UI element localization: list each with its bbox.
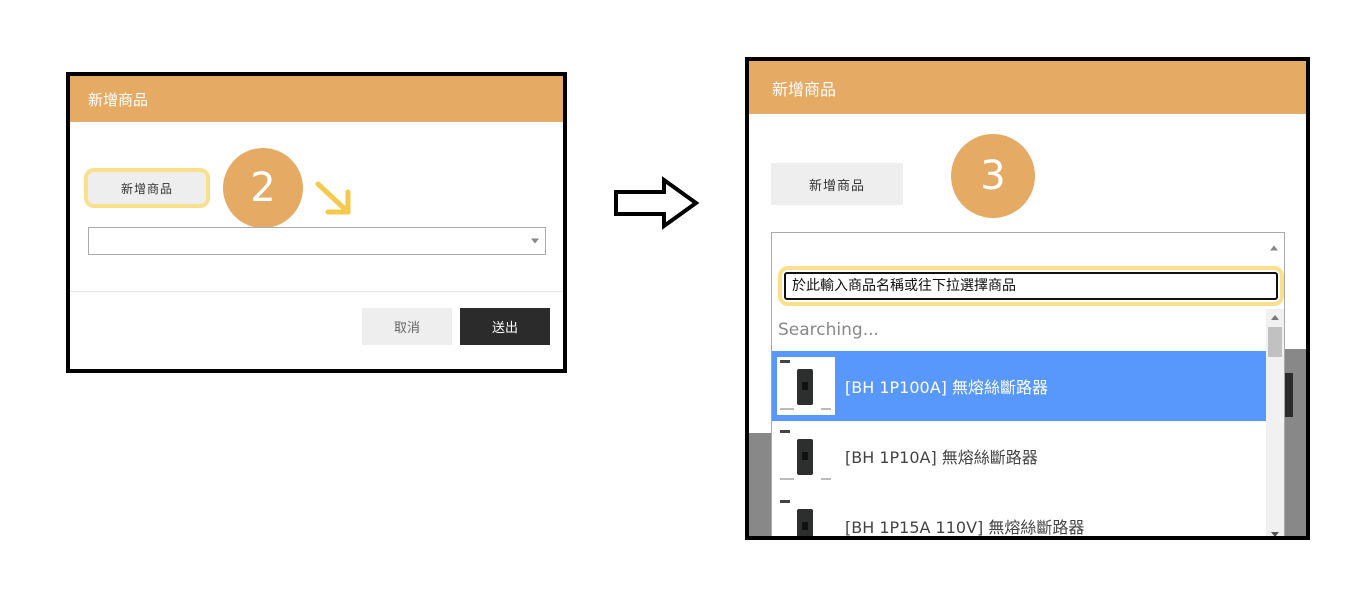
results-list: Searching... [BH 1P100A] 無熔絲斷路器 [BH 1P10… xyxy=(772,309,1266,537)
scroll-down-icon[interactable] xyxy=(1271,532,1279,536)
product-select-open[interactable] xyxy=(771,232,1285,264)
cancel-button[interactable]: 取消 xyxy=(362,308,452,345)
step-number: 3 xyxy=(980,153,1006,199)
add-product-button[interactable]: 新增商品 xyxy=(84,168,210,208)
add-product-button-label: 新增商品 xyxy=(120,181,173,196)
chevron-down-icon xyxy=(531,238,539,244)
chevron-up-icon xyxy=(1270,245,1278,251)
scroll-up-icon[interactable] xyxy=(1271,315,1279,320)
modal-header: 新增商品 xyxy=(70,76,563,122)
footer-divider xyxy=(70,291,563,292)
product-thumbnail xyxy=(777,427,835,485)
modal-header: 新增商品 xyxy=(749,61,1306,114)
submit-button[interactable]: 送出 xyxy=(460,308,550,345)
modal-title: 新增商品 xyxy=(772,79,837,99)
submit-button-label: 送出 xyxy=(491,321,518,336)
cancel-button-label: 取消 xyxy=(393,321,420,336)
hollow-right-arrow-icon xyxy=(614,176,700,230)
submit-button-partial xyxy=(1285,373,1293,417)
diagonal-arrow-icon xyxy=(315,181,351,215)
step-2-screenshot: 新增商品 新增商品 2 取消 送出 xyxy=(66,72,567,373)
product-thumbnail xyxy=(777,357,835,415)
add-product-button-label: 新增商品 xyxy=(808,178,865,194)
product-thumbnail xyxy=(777,497,835,536)
result-item[interactable]: [BH 1P15A 110V] 無熔絲斷路器 xyxy=(772,491,1266,537)
step-3-screenshot: 新增商品 新增商品 3 Searching... [BH 1P100A] 無熔絲… xyxy=(745,57,1310,540)
searching-status: Searching... xyxy=(772,309,1266,351)
result-label: [BH 1P100A] 無熔絲斷路器 xyxy=(845,378,1048,397)
step-number-badge: 2 xyxy=(223,148,303,228)
product-search-input[interactable] xyxy=(784,272,1278,300)
product-dropdown: Searching... [BH 1P100A] 無熔絲斷路器 [BH 1P10… xyxy=(771,263,1285,537)
step-number-badge: 3 xyxy=(951,134,1035,218)
product-select[interactable] xyxy=(88,227,546,255)
result-label: [BH 1P10A] 無熔絲斷路器 xyxy=(845,448,1038,467)
modal-title: 新增商品 xyxy=(88,90,149,109)
result-label: [BH 1P15A 110V] 無熔絲斷路器 xyxy=(845,518,1085,537)
add-product-button[interactable]: 新增商品 xyxy=(771,163,903,205)
search-highlight xyxy=(778,266,1284,306)
results-scrollbar[interactable] xyxy=(1266,309,1284,536)
result-item[interactable]: [BH 1P10A] 無熔絲斷路器 xyxy=(772,421,1266,491)
scroll-thumb[interactable] xyxy=(1268,327,1282,357)
step-number: 2 xyxy=(250,165,276,211)
searching-text: Searching... xyxy=(778,320,879,340)
result-item[interactable]: [BH 1P100A] 無熔絲斷路器 xyxy=(772,351,1266,421)
